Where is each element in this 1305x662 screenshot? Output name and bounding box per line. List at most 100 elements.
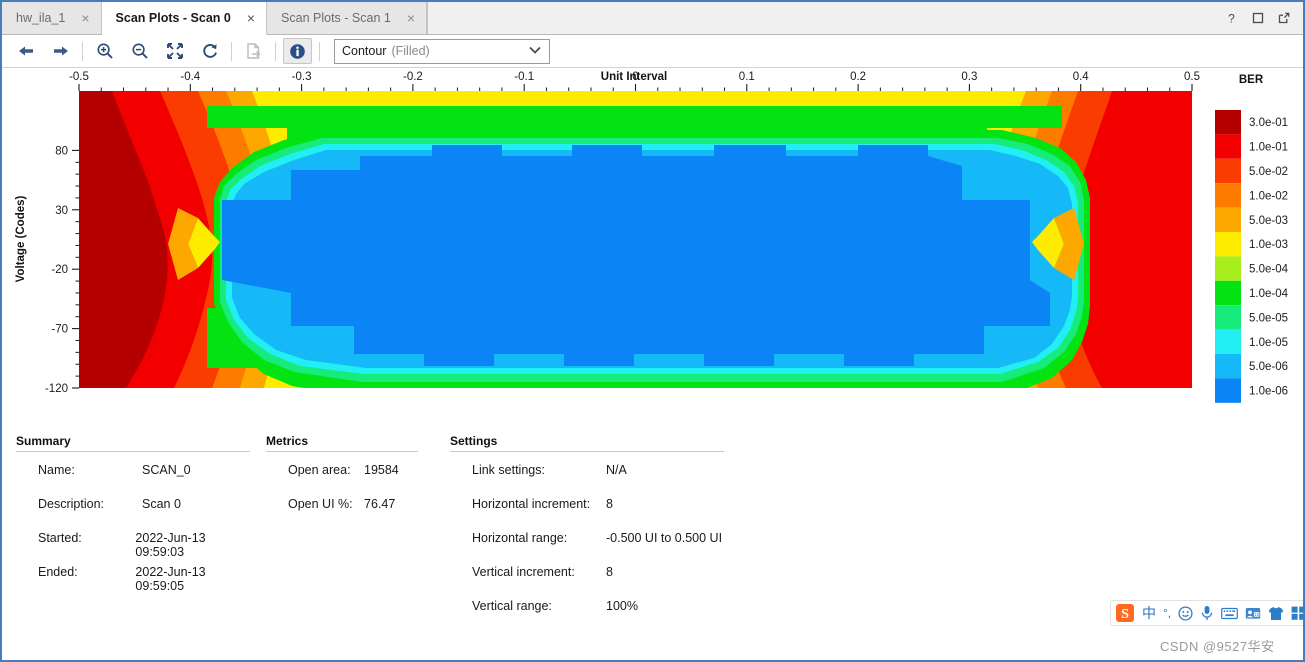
zoom-out-button[interactable] <box>125 38 154 64</box>
watermark-text: CSDN @9527华安 <box>1160 639 1275 654</box>
summary-section: Summary Name: SCAN_0 Description: Scan 0 Sta… <box>16 434 250 599</box>
chinese-mode-icon[interactable]: 中 <box>1142 603 1156 623</box>
y-axis-title: Voltage (Codes) <box>15 195 27 282</box>
y-tick-label: -120 <box>45 383 68 395</box>
summary-row: Started: 2022-Jun-13 09:59:03 <box>16 531 250 565</box>
metrics-row-value: 76.47 <box>364 497 396 511</box>
x-tick-label: -0.5 <box>69 71 89 83</box>
metrics-row: Open UI %: 76.47 <box>266 497 418 531</box>
legend-swatch <box>1215 354 1241 379</box>
maximize-icon[interactable] <box>1250 11 1265 26</box>
summary-row: Ended: 2022-Jun-13 09:59:05 <box>16 565 250 599</box>
window-controls: ? <box>1216 2 1303 34</box>
legend-label: 5.0e-03 <box>1249 215 1288 227</box>
soft-keyboard-icon[interactable] <box>1221 607 1239 620</box>
contour-fill-group <box>79 91 1192 388</box>
forward-button[interactable] <box>46 38 75 64</box>
x-tick-label: -0.1 <box>514 71 534 83</box>
voice-input-icon[interactable] <box>1200 605 1214 621</box>
summary-row-label: Description: <box>38 497 104 511</box>
y-tick-label: 80 <box>55 145 68 157</box>
settings-row-label: Vertical increment: <box>472 565 575 579</box>
x-tick-label: 0.1 <box>739 71 755 83</box>
skin-icon[interactable] <box>1268 606 1284 621</box>
zoom-in-icon <box>96 43 113 59</box>
toolbar-separator <box>231 41 232 61</box>
tab-bar: hw_ila_1 × Scan Plots - Scan 0 × Scan Pl… <box>2 2 1303 35</box>
summary-row-label: Name: <box>38 463 75 477</box>
legend-swatch <box>1215 329 1241 354</box>
zoom-fit-button[interactable] <box>160 38 189 64</box>
ber-legend: 3.0e-01 1.0e-01 5.0e-02 1.0e-02 5.0e-03 1.0e-… <box>1215 110 1289 403</box>
settings-row-label: Link settings: <box>472 463 545 477</box>
settings-row-label: Horizontal increment: <box>472 497 591 511</box>
legend-label: 3.0e-01 <box>1249 117 1288 129</box>
info-icon <box>290 43 305 59</box>
settings-section: Settings Link settings: N/A Horizontal inc… <box>450 434 724 633</box>
sogou-logo-icon[interactable]: S <box>1115 603 1135 623</box>
summary-rule <box>16 451 250 452</box>
x-tick-label: 0.3 <box>961 71 977 83</box>
help-icon[interactable]: ? <box>1224 11 1239 26</box>
toolbox-icon[interactable] <box>1291 606 1303 620</box>
plot-type-value: Contour <box>342 44 387 58</box>
settings-heading: Settings <box>450 434 498 448</box>
x-tick-label: -0.4 <box>180 71 200 83</box>
settings-row: Vertical increment: 8 <box>450 565 724 599</box>
legend-label: 1.0e-06 <box>1249 386 1288 398</box>
settings-row: Horizontal increment: 8 <box>450 497 724 531</box>
x-tick-label: 0.5 <box>1184 71 1200 83</box>
metrics-rule <box>266 451 418 452</box>
svg-text:15: 15 <box>1254 612 1259 617</box>
tab-hw-ila-1[interactable]: hw_ila_1 × <box>2 2 102 34</box>
summary-row-value: Scan 0 <box>142 497 181 511</box>
input-card-icon[interactable]: 15 <box>1245 607 1261 620</box>
tab-scan-plots-scan-0[interactable]: Scan Plots - Scan 0 × <box>101 2 268 35</box>
settings-row-value: 8 <box>606 565 613 579</box>
legend-label: 1.0e-03 <box>1249 239 1288 251</box>
punctuation-mode-icon[interactable]: °, <box>1163 606 1171 620</box>
tab-close-icon[interactable]: × <box>79 11 91 25</box>
back-button[interactable] <box>11 38 40 64</box>
legend-label: 5.0e-05 <box>1249 312 1288 324</box>
metrics-row-label: Open UI %: <box>288 497 353 511</box>
legend-label: 5.0e-06 <box>1249 361 1288 373</box>
export-button <box>239 38 268 64</box>
refresh-button[interactable] <box>195 38 224 64</box>
settings-row-value: N/A <box>606 463 627 477</box>
settings-row-value: 100% <box>606 599 638 613</box>
legend-swatch <box>1215 232 1241 257</box>
summary-heading: Summary <box>16 434 71 448</box>
tab-close-icon[interactable]: × <box>405 11 417 25</box>
legend-label: 1.0e-04 <box>1249 288 1289 300</box>
float-window-icon[interactable] <box>1276 11 1291 26</box>
settings-row-value: 8 <box>606 497 613 511</box>
summary-row-value: 2022-Jun-13 09:59:05 <box>135 565 206 593</box>
eye-diagram-contour-plot[interactable]: Unit Interval BER Voltage (Codes) -0.5 -0… <box>2 68 1303 430</box>
legend-label: 5.0e-04 <box>1249 264 1289 276</box>
sogou-ime-toolbar[interactable]: S 中 °, 15 <box>1110 600 1303 626</box>
tab-scan-plots-scan-1[interactable]: Scan Plots - Scan 1 × <box>267 2 428 34</box>
tab-close-icon[interactable]: × <box>245 11 257 25</box>
y-axis-ticks: 80 30 -20 -70 -120 <box>45 145 79 395</box>
metrics-row-value: 19584 <box>364 463 399 477</box>
legend-label: 1.0e-05 <box>1249 337 1288 349</box>
x-tick-label: 0.4 <box>1073 71 1090 83</box>
toolbar-separator <box>275 41 276 61</box>
plot-type-select[interactable]: Contour (Filled) <box>334 38 550 64</box>
summary-row-value: SCAN_0 <box>142 463 191 477</box>
summary-row-label: Started: <box>38 531 82 545</box>
scan-plots-window: hw_ila_1 × Scan Plots - Scan 0 × Scan Pl… <box>0 0 1305 662</box>
x-tick-label: 0 <box>632 71 638 83</box>
tab-label: Scan Plots - Scan 0 <box>115 11 231 25</box>
info-button[interactable] <box>283 38 312 64</box>
chevron-down-icon[interactable] <box>528 45 542 58</box>
x-tick-label: -0.3 <box>292 71 312 83</box>
metrics-row-label: Open area: <box>288 463 351 477</box>
tab-label: hw_ila_1 <box>16 11 66 25</box>
zoom-in-button[interactable] <box>90 38 119 64</box>
tab-bar-filler <box>427 2 1216 34</box>
emoji-icon[interactable] <box>1178 605 1193 621</box>
refresh-icon <box>202 44 217 58</box>
toolbar-separator <box>82 41 83 61</box>
